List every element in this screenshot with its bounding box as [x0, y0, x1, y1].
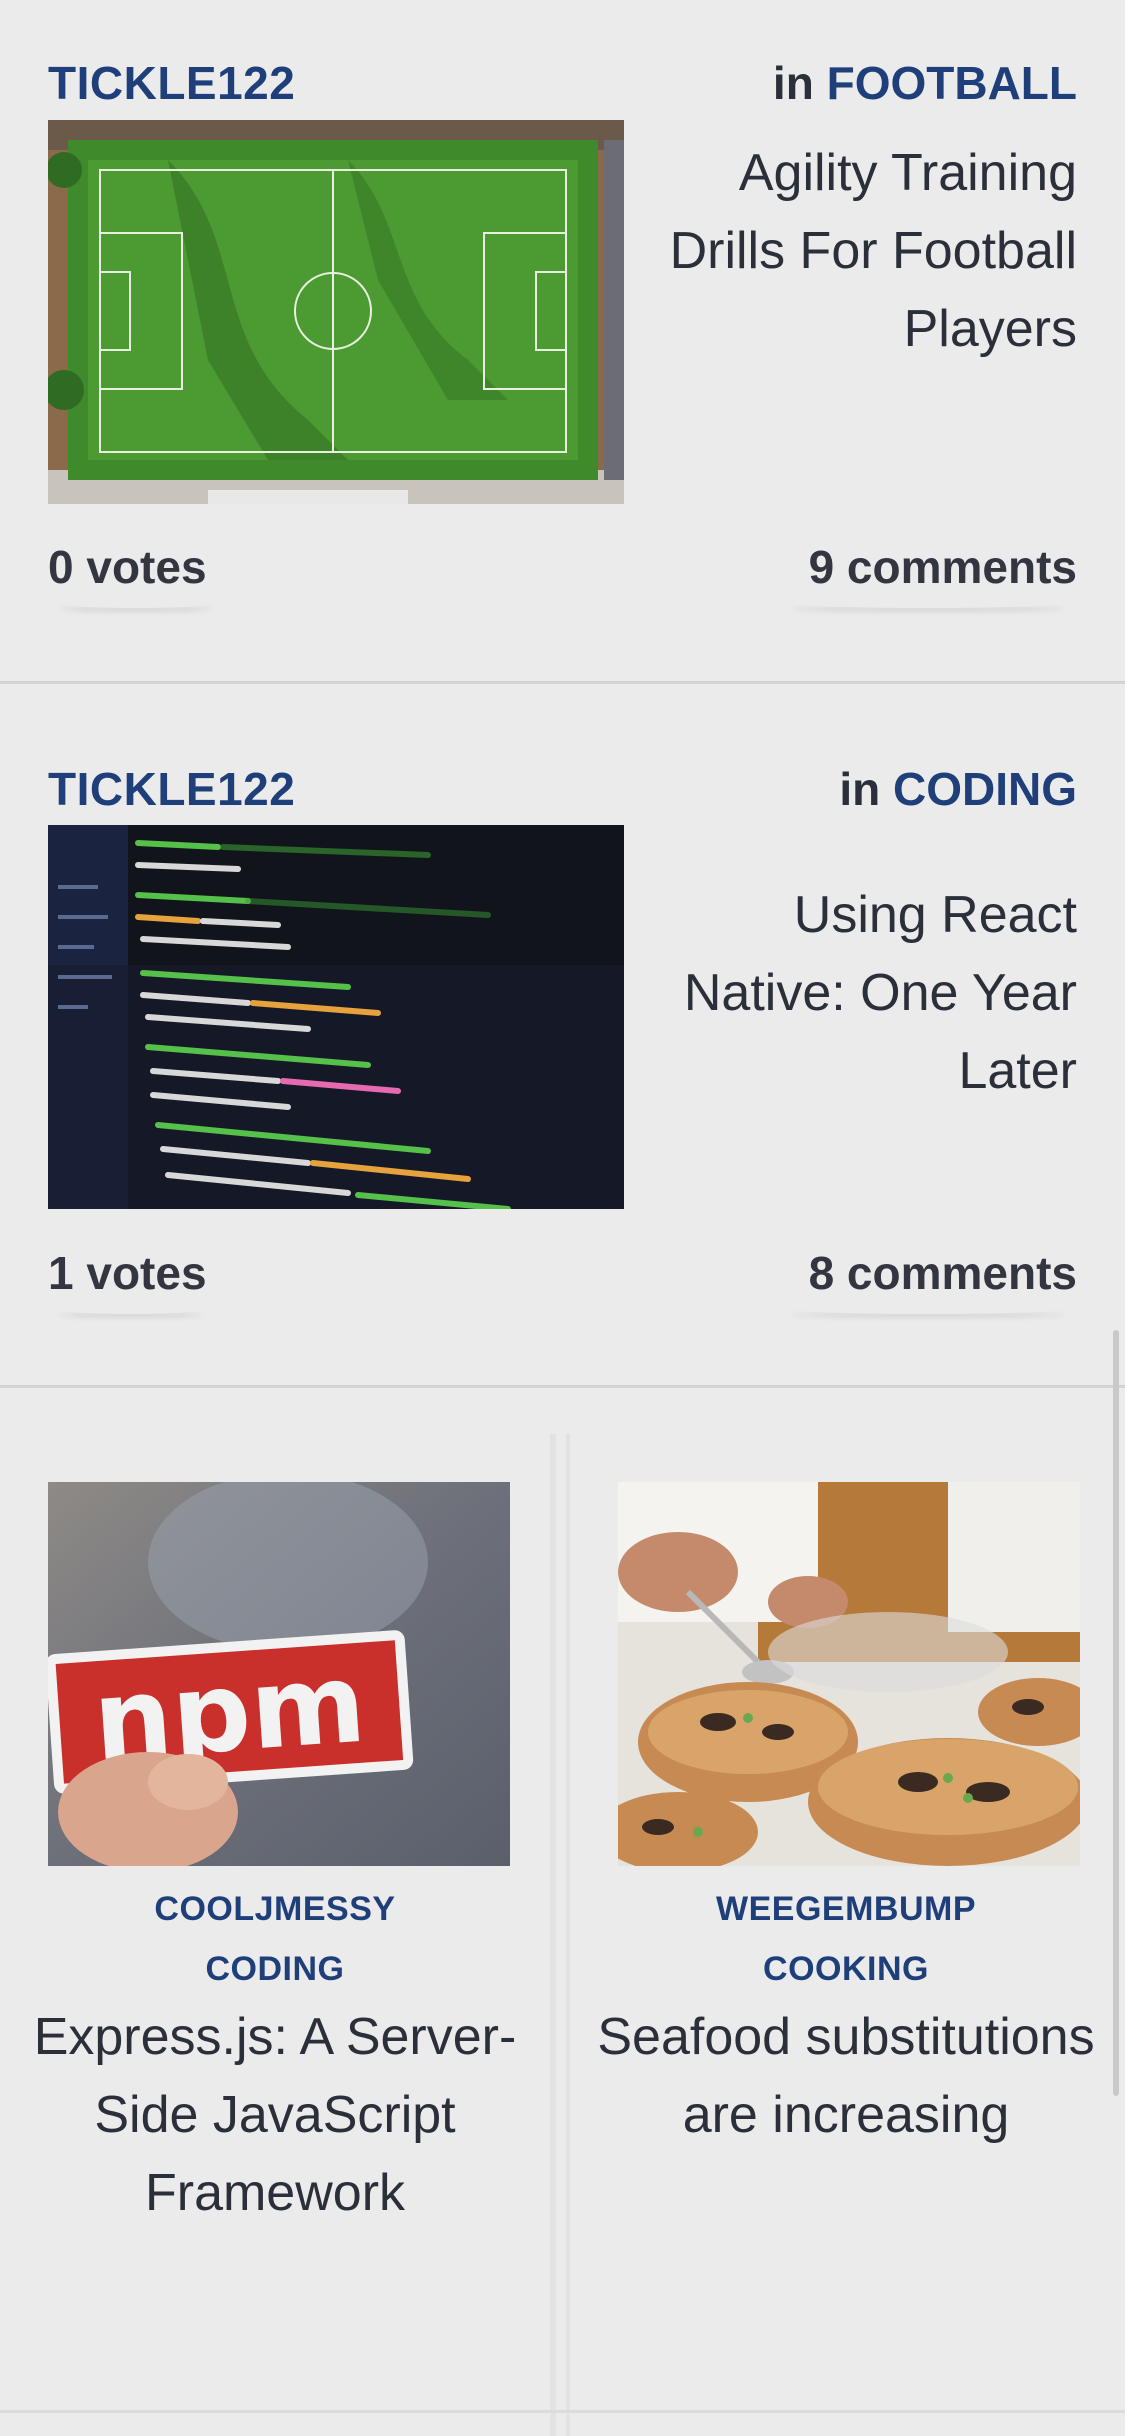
- card-title[interactable]: Express.js: A Server-Side JavaScript Fra…: [20, 1998, 530, 2232]
- comments-underline: [788, 598, 1068, 608]
- post-author[interactable]: TICKLE122: [48, 56, 295, 110]
- card-thumbnail[interactable]: [618, 1482, 1080, 1866]
- card-thumbnail[interactable]: npm: [48, 1482, 510, 1866]
- grid-card-2[interactable]: WEEGEMBUMP COOKING Seafood substitutions…: [566, 1434, 1122, 2436]
- post-category-line: in FOOTBALL: [773, 56, 1077, 110]
- card-title[interactable]: Seafood substitutions are increasing: [590, 1998, 1102, 2154]
- post-thumbnail[interactable]: [48, 825, 624, 1209]
- comments-count[interactable]: 8 comments: [809, 1246, 1077, 1300]
- votes-count[interactable]: 1 votes: [48, 1246, 207, 1300]
- football-field-photo-icon: [48, 120, 624, 504]
- scrollbar[interactable]: [1113, 1330, 1119, 2096]
- code-screen-photo-icon: [48, 825, 624, 1209]
- card-author[interactable]: WEEGEMBUMP: [570, 1890, 1122, 1929]
- npm-sticker-photo-icon: npm: [48, 1482, 510, 1866]
- next-row-divider: [0, 2410, 1125, 2436]
- post-title[interactable]: Using React Native: One Year Later: [657, 876, 1077, 1110]
- post-grid: npm COOLJMESSY CODING Express.js: A Serv…: [0, 1388, 1125, 2436]
- in-label: in: [839, 763, 881, 815]
- card-author[interactable]: COOLJMESSY: [0, 1890, 550, 1929]
- post-category-line: in CODING: [839, 762, 1077, 816]
- votes-count[interactable]: 0 votes: [48, 540, 207, 594]
- post-title[interactable]: Agility Training Drills For Football Pla…: [657, 134, 1077, 368]
- comments-underline: [788, 1304, 1068, 1314]
- comments-count[interactable]: 9 comments: [809, 540, 1077, 594]
- post-card-1[interactable]: TICKLE122 in FOOTBALL Agility Training D…: [0, 0, 1125, 684]
- chef-plating-photo-icon: [618, 1482, 1080, 1866]
- votes-underline: [56, 1304, 206, 1314]
- card-category[interactable]: COOKING: [570, 1950, 1122, 1989]
- post-category-link[interactable]: FOOTBALL: [827, 57, 1077, 109]
- votes-underline: [56, 598, 216, 608]
- post-card-2[interactable]: TICKLE122 in CODING Using React Native: …: [0, 684, 1125, 1388]
- post-category-link[interactable]: CODING: [893, 763, 1077, 815]
- post-thumbnail[interactable]: [48, 120, 624, 504]
- post-author[interactable]: TICKLE122: [48, 762, 295, 816]
- card-category[interactable]: CODING: [0, 1950, 550, 1989]
- grid-card-1[interactable]: npm COOLJMESSY CODING Express.js: A Serv…: [0, 1434, 556, 2436]
- in-label: in: [772, 57, 814, 109]
